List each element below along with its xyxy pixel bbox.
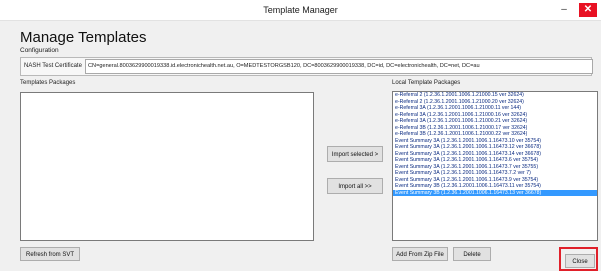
close-window-icon[interactable]: ✕ [579,3,597,17]
templates-packages-list[interactable] [20,92,314,241]
section-configuration-label: Configuration [20,47,59,54]
page-title: Manage Templates [20,29,147,46]
certificate-label: NASH Test Certificate [24,63,82,69]
import-all-button[interactable]: Import all >> [327,178,383,194]
certificate-group: NASH Test Certificate CN=general.8003629… [20,57,593,76]
import-selected-button[interactable]: Import selected > [327,146,383,162]
close-button[interactable]: Close [565,254,595,268]
window-title: Template Manager [263,5,338,15]
minimize-icon[interactable]: – [556,3,572,17]
refresh-from-svt-button[interactable]: Refresh from SVT [20,247,80,261]
local-template-packages-list[interactable]: e-Referral 2 (1.2.36.1.2001.1006.1.21000… [392,91,598,241]
local-template-packages-label: Local Template Packages [392,80,461,86]
add-from-zip-button[interactable]: Add From Zip File [392,247,448,261]
list-item[interactable]: Event Summary 3B (1.2.36.1.2001.1006.1.1… [393,189,597,196]
delete-button[interactable]: Delete [453,247,491,261]
title-bar: Template Manager – ✕ [0,0,601,21]
templates-packages-label: Templates Packages [20,80,76,86]
certificate-field[interactable]: CN=general.8003629900019338.id.electroni… [85,59,593,74]
dialog-body: Manage Templates Configuration NASH Test… [0,21,601,271]
